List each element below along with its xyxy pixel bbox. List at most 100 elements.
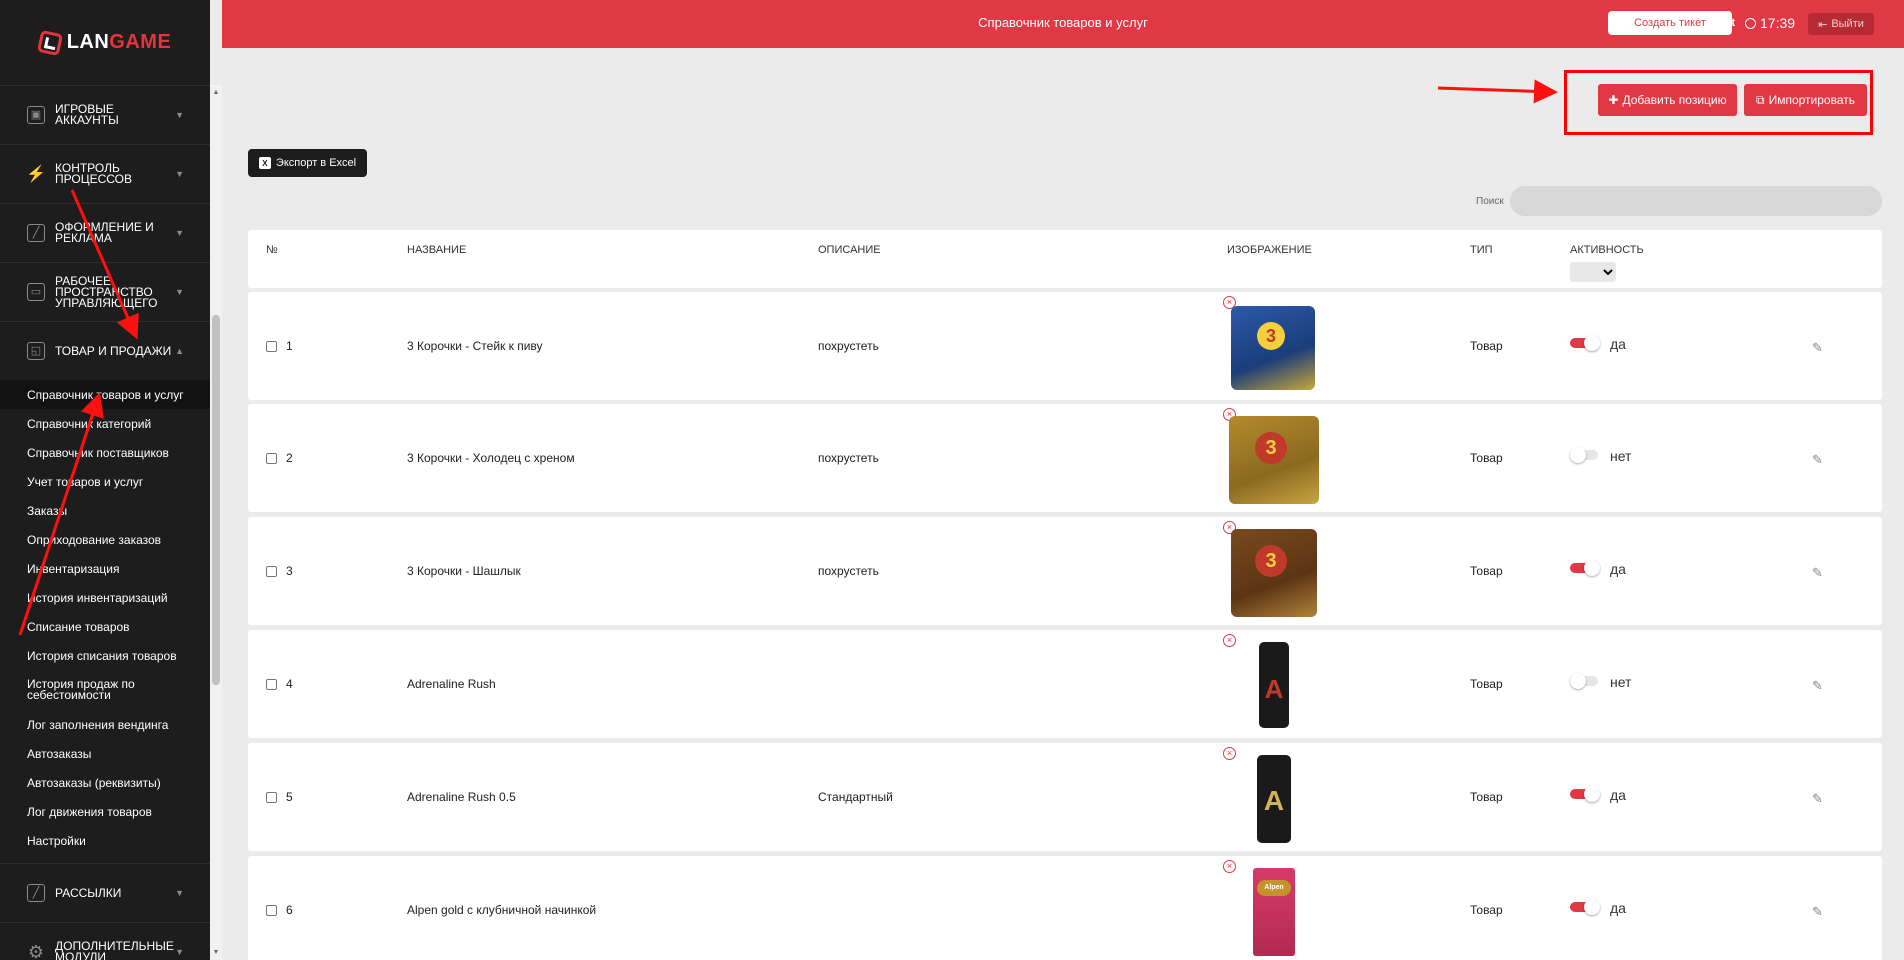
activity-text: да	[1610, 561, 1626, 577]
sidebar: LANGAME ▣ Игровые аккаунты ▼ ⚡ Контроль …	[0, 0, 210, 960]
add-position-button[interactable]: ✚ Добавить позицию	[1598, 84, 1737, 116]
column-header-type[interactable]: Тип	[1470, 244, 1493, 256]
sidebar-item-goods-directory[interactable]: Справочник товаров и услуг	[0, 380, 210, 409]
edit-pencil-icon[interactable]: ✎	[1812, 452, 1823, 468]
product-image: Alpen	[1229, 866, 1319, 956]
search-label: Поиск	[1476, 196, 1504, 207]
sidebar-item-write-off[interactable]: Списание товаров	[0, 612, 210, 641]
sidebar-item-order-receipt[interactable]: Оприходование заказов	[0, 525, 210, 554]
sidebar-section-extra-modules[interactable]: ⚙ Дополнительные модули ▼	[0, 922, 210, 960]
row-checkbox[interactable]	[266, 453, 277, 464]
chevron-down-icon: ▼	[175, 227, 184, 238]
table-row[interactable]: 2 3 Корочки - Холодец с хреном похрустет…	[248, 404, 1882, 512]
activity-toggle[interactable]	[1570, 673, 1600, 689]
product-image: 3	[1229, 302, 1319, 392]
scrollbar-thumb[interactable]	[212, 315, 220, 685]
edit-pencil-icon[interactable]: ✎	[1812, 565, 1823, 581]
sidebar-section-design[interactable]: ╱ Оформление и реклама ▼	[0, 203, 210, 262]
activity-text: да	[1610, 336, 1626, 352]
sidebar-section-label: Рассылки	[55, 885, 122, 900]
row-description: похрустеть	[818, 564, 879, 578]
row-number: 1	[286, 339, 293, 353]
activity-toggle[interactable]	[1570, 447, 1600, 463]
table-header: № Название Описание Изображение Тип Акти…	[248, 230, 1882, 288]
activity-toggle[interactable]	[1570, 786, 1600, 802]
edit-pencil-icon[interactable]: ✎	[1812, 904, 1823, 920]
row-name: 3 Корочки - Шашлык	[407, 564, 521, 578]
user-name[interactable]: Root	[1710, 17, 1735, 29]
user-card-icon: ▣	[27, 106, 45, 124]
row-name: 3 Корочки - Стейк к пиву	[407, 339, 543, 353]
table-row[interactable]: 4 Adrenaline Rush × A Товар нет ✎	[248, 630, 1882, 738]
logout-button[interactable]: ⇤ Выйти	[1808, 13, 1874, 35]
row-checkbox[interactable]	[266, 792, 277, 803]
sidebar-item-write-off-history[interactable]: История списания товаров	[0, 641, 210, 670]
sidebar-section-goods-sales[interactable]: ◱ Товар и продажи ▲	[0, 321, 210, 380]
scroll-down-icon[interactable]: ▼	[210, 949, 222, 956]
sidebar-item-goods-movement-log[interactable]: Лог движения товаров	[0, 797, 210, 826]
chevron-down-icon: ▼	[175, 887, 184, 898]
clock-time: 17:39	[1760, 15, 1796, 31]
import-button[interactable]: ⧉ Импортировать	[1744, 84, 1867, 116]
sidebar-item-suppliers[interactable]: Справочник поставщиков	[0, 438, 210, 467]
table-row[interactable]: 3 3 Корочки - Шашлык похрустеть × 3 Това…	[248, 517, 1882, 625]
activity-filter-select[interactable]	[1570, 262, 1616, 282]
edit-pencil-icon[interactable]: ✎	[1812, 678, 1823, 694]
sidebar-item-vending-log[interactable]: Лог заполнения вендинга	[0, 710, 210, 739]
sidebar-section-mailings[interactable]: ╱ Рассылки ▼	[0, 863, 210, 922]
excel-icon: X	[258, 157, 271, 169]
row-number: 3	[286, 564, 293, 578]
row-type: Товар	[1470, 339, 1503, 353]
export-excel-button[interactable]: X Экспорт в Excel	[248, 149, 367, 177]
activity-text: да	[1610, 787, 1626, 803]
sidebar-item-settings[interactable]: Настройки	[0, 826, 210, 855]
logo[interactable]: LANGAME	[0, 0, 210, 85]
column-header-description[interactable]: Описание	[818, 244, 881, 256]
external-link-icon: ⧉	[1756, 92, 1765, 107]
row-type: Товар	[1470, 677, 1503, 691]
table-row[interactable]: 6 Alpen gold с клубничной начинкой × Alp…	[248, 856, 1882, 960]
row-type: Товар	[1470, 564, 1503, 578]
row-checkbox[interactable]	[266, 566, 277, 577]
activity-toggle[interactable]	[1570, 899, 1600, 915]
logo-text-part2: GAME	[109, 31, 172, 53]
sidebar-scrollbar[interactable]: ▲ ▼	[210, 85, 222, 960]
table-row[interactable]: 1 3 Корочки - Стейк к пиву похрустеть × …	[248, 292, 1882, 400]
sidebar-item-auto-orders-details[interactable]: Автозаказы (реквизиты)	[0, 768, 210, 797]
sidebar-item-orders[interactable]: Заказы	[0, 496, 210, 525]
row-type: Товар	[1470, 451, 1503, 465]
column-header-name[interactable]: Название	[407, 244, 466, 256]
sidebar-section-game-accounts[interactable]: ▣ Игровые аккаунты ▼	[0, 85, 210, 144]
product-image: 3	[1229, 527, 1319, 617]
column-header-activity[interactable]: Активность	[1570, 244, 1644, 256]
sidebar-section-label: Игровые аккаунты	[55, 102, 119, 127]
row-number: 5	[286, 790, 293, 804]
row-checkbox[interactable]	[266, 341, 277, 352]
table-row[interactable]: 5 Adrenaline Rush 0.5 Стандартный × A То…	[248, 743, 1882, 851]
activity-text: нет	[1610, 448, 1632, 464]
sidebar-section-workspace[interactable]: ▭ Рабочее пространство управляющего ▼	[0, 262, 210, 321]
sidebar-item-inventory[interactable]: Инвентаризация	[0, 554, 210, 583]
row-type: Товар	[1470, 903, 1503, 917]
edit-pencil-icon[interactable]: ✎	[1812, 340, 1823, 356]
clock: 17:39	[1745, 15, 1795, 31]
sidebar-section-label: Рабочее пространство управляющего	[55, 273, 158, 310]
activity-toggle[interactable]	[1570, 560, 1600, 576]
row-checkbox[interactable]	[266, 679, 277, 690]
chevron-down-icon: ▼	[175, 168, 184, 179]
briefcase-icon: ▭	[27, 283, 45, 301]
scroll-up-icon[interactable]: ▲	[210, 89, 222, 96]
search-input[interactable]	[1510, 186, 1882, 216]
row-name: Adrenaline Rush 0.5	[407, 790, 516, 804]
activity-toggle[interactable]	[1570, 335, 1600, 351]
chevron-down-icon: ▼	[175, 286, 184, 297]
edit-pencil-icon[interactable]: ✎	[1812, 791, 1823, 807]
sidebar-item-sales-history[interactable]: История продаж по себестоимости	[0, 670, 210, 710]
sidebar-item-categories[interactable]: Справочник категорий	[0, 409, 210, 438]
pencil-square-icon: ╱	[27, 224, 45, 242]
sidebar-item-inventory-history[interactable]: История инвентаризаций	[0, 583, 210, 612]
row-checkbox[interactable]	[266, 905, 277, 916]
sidebar-item-auto-orders[interactable]: Автозаказы	[0, 739, 210, 768]
sidebar-section-process-control[interactable]: ⚡ Контроль процессов ▼	[0, 144, 210, 203]
sidebar-item-goods-accounting[interactable]: Учет товаров и услуг	[0, 467, 210, 496]
